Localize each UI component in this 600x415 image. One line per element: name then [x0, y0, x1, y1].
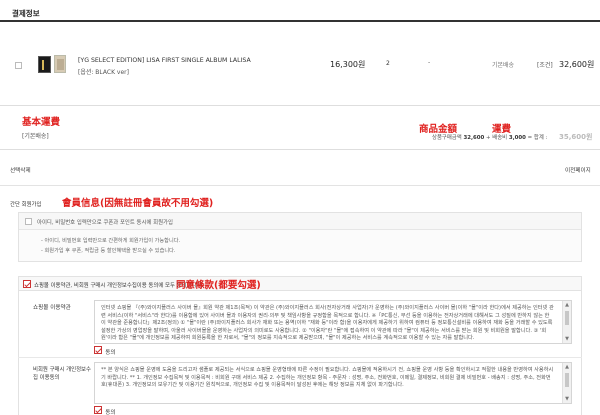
scroll-down-icon[interactable]: ▼ [563, 335, 571, 343]
shipping-condition[interactable]: [조건] [537, 60, 553, 69]
prev-page-button[interactable]: 이전페이지 [565, 166, 591, 174]
member-checkbox-row: 아이디, 비밀번호 입력만으로 쿠폰과 포인트 동시에 회원가입 [19, 213, 581, 230]
agree-all-row: 쇼핑몰 이용약관, 비회원 구매시 개인정보수집이용 동의에 모두 동의합니다. [18, 276, 582, 291]
product-row: [YG SELECT EDITION] LISA FIRST SINGLE AL… [0, 22, 600, 104]
privacy-text: ** 본 양식은 쇼핑몰 운영에 도움을 드리고자 샘플로 제공되는 서식으로 … [101, 367, 554, 388]
scroll-down-icon[interactable]: ▼ [563, 395, 571, 403]
summary-formula-prefix: 상품구매금액 [432, 135, 462, 141]
shop-agree-checkbox[interactable] [94, 346, 102, 354]
page-header: 결제정보 [12, 9, 40, 18]
member-checkbox-label[interactable]: 아이디, 비밀번호 입력만으로 쿠폰과 포인트 동시에 회원가입 [37, 218, 173, 226]
product-discount-dash: - [428, 59, 431, 66]
product-price: 16,300원 [330, 60, 366, 69]
scroll-up-icon[interactable]: ▲ [563, 301, 571, 309]
member-bullet: - 아이디, 비밀번호 입력만으로 간편하게 회원가입이 가능합니다. [41, 238, 181, 244]
summary-goods-amount: 32,600 [463, 135, 485, 141]
summary-shipping-label: [기본배송] [22, 133, 49, 140]
member-box: 아이디, 비밀번호 입력만으로 쿠폰과 포인트 동시에 회원가입 - 아이디, … [18, 212, 582, 262]
product-total: 32,600원 [559, 60, 595, 69]
scroll-thumb[interactable] [565, 311, 569, 325]
delete-selected-button[interactable]: 선택삭제 [10, 166, 31, 174]
summary-shipping-amount: 3,000 [508, 135, 526, 141]
privacy-textbox[interactable]: ** 본 양식은 쇼핑몰 운영에 도움을 드리고자 샘플로 제공되는 서식으로 … [94, 362, 572, 404]
shop-agree-row: 동의 [94, 346, 116, 356]
terms-divider [18, 357, 582, 358]
summary-total: 35,600원 [559, 133, 593, 141]
product-name[interactable]: [YG SELECT EDITION] LISA FIRST SINGLE AL… [78, 57, 251, 64]
shop-terms-textbox[interactable]: 인터넷 쇼핑몰 『(주)와이지플러스 사이버 몰』회원 약관 제1조(목적) 이… [94, 300, 572, 344]
shop-terms-scrollbar[interactable]: ▲ ▼ [562, 301, 571, 343]
summary-shipping-part: + 배송비 [486, 135, 508, 141]
annotation-basic-shipping: 基本運費 [22, 117, 61, 128]
shipping-type: 기본배송 [492, 62, 515, 69]
annotation-agree-terms: 同意條款(都要勾選) [176, 280, 261, 291]
privacy-agree-row: 동의 [94, 406, 116, 415]
member-signup-checkbox[interactable] [25, 218, 32, 225]
privacy-label: 비회원 구매시 개인정보수집 이용동의 [33, 367, 91, 381]
agree-all-checkbox[interactable] [23, 280, 31, 288]
scroll-up-icon[interactable]: ▲ [563, 363, 571, 371]
row-divider [0, 105, 600, 106]
shop-agree-label[interactable]: 동의 [105, 350, 115, 356]
actions-divider [0, 185, 600, 186]
privacy-agree-label[interactable]: 동의 [105, 410, 115, 415]
privacy-agree-checkbox[interactable] [94, 406, 102, 414]
scroll-thumb[interactable] [565, 373, 569, 387]
shop-terms-label: 쇼핑몰 이용약관 [33, 305, 71, 311]
product-quantity[interactable]: 2 [386, 60, 390, 67]
annotation-member-info: 會員信息(因無註冊會員故不用勾選) [62, 198, 214, 209]
member-bullet: - 회원가입 후 쿠폰, 적립금 등 할인혜택을 받으실 수 있습니다. [41, 248, 176, 254]
shop-terms-text: 인터넷 쇼핑몰 『(주)와이지플러스 사이버 몰』회원 약관 제1조(목적) 이… [101, 305, 554, 341]
product-select-checkbox[interactable] [15, 62, 22, 69]
summary-formula: 상품구매금액 32,600 + 배송비 3,000 = 합계 : [432, 133, 547, 141]
product-option: [옵션: BLACK ver] [78, 69, 129, 76]
product-thumbnail[interactable] [38, 56, 51, 73]
product-thumbnail-2 [54, 55, 66, 73]
summary-divider [0, 149, 600, 150]
member-section-label: 간단 회원가입 [10, 202, 42, 208]
privacy-scrollbar[interactable]: ▲ ▼ [562, 363, 571, 403]
summary-equals: = 합계 : [527, 135, 548, 141]
